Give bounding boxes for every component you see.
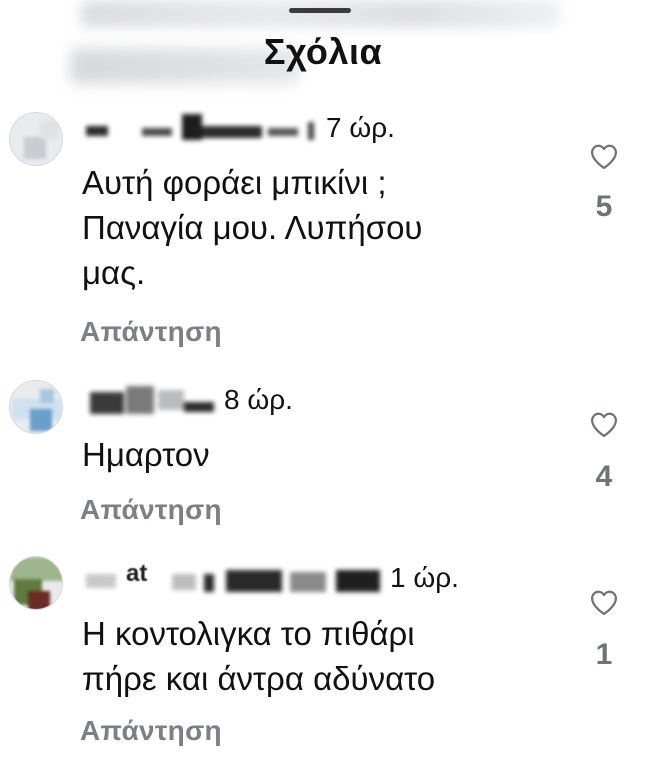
comment-time: 7 ώρ.	[326, 112, 395, 143]
comment-time: 1 ώρ.	[390, 562, 459, 593]
like-count: 4	[595, 460, 613, 493]
like-count: 1	[595, 638, 613, 671]
comment-meta: 8 ώρ.	[82, 384, 382, 424]
comment-text-line: Παναγία μου. Λυπήσου	[82, 209, 423, 246]
heart-outline-icon[interactable]	[589, 410, 619, 438]
avatar[interactable]	[9, 112, 63, 166]
comment-text-line: Η κοντολιγκα το πιθάρι	[82, 615, 415, 652]
reply-button[interactable]: Απάντηση	[80, 715, 222, 747]
avatar[interactable]	[9, 380, 63, 434]
reply-button[interactable]: Απάντηση	[80, 316, 222, 348]
redacted-username[interactable]	[82, 114, 318, 142]
comment-text: Η κοντολιγκα το πιθάρι πήρε και άντρα αδ…	[82, 611, 552, 701]
sheet-grab-handle[interactable]	[289, 8, 351, 13]
comment-text-line: μας.	[82, 254, 146, 291]
sheet-title: Σχόλια	[263, 31, 383, 72]
comment-time: 8 ώρ.	[224, 384, 293, 415]
comment-text-line: Ημαρτον	[82, 436, 210, 473]
comment-text-line: Αυτή φοράει μπικίνι ;	[82, 164, 387, 201]
reply-button[interactable]: Απάντηση	[80, 494, 222, 526]
blurred-background-content	[80, 0, 560, 28]
redacted-username-fragment: at	[126, 560, 148, 587]
comment-meta: at 1 ώρ.	[82, 560, 602, 602]
comments-sheet: Σχόλια 7 ώρ. Αυτή φοράει μπικίνι ; Παναγ…	[0, 0, 646, 767]
comment-text: Αυτή φοράει μπικίνι ; Παναγία μου. Λυπήσ…	[82, 160, 552, 295]
comment-text: Ημαρτον	[82, 432, 552, 477]
heart-outline-icon[interactable]	[589, 142, 619, 170]
avatar[interactable]	[9, 556, 63, 610]
comment-meta: 7 ώρ.	[82, 112, 602, 152]
like-count: 5	[595, 190, 613, 223]
comment-text-line: πήρε και άντρα αδύνατο	[82, 660, 436, 697]
heart-outline-icon[interactable]	[589, 588, 619, 616]
redacted-username[interactable]	[86, 386, 216, 414]
